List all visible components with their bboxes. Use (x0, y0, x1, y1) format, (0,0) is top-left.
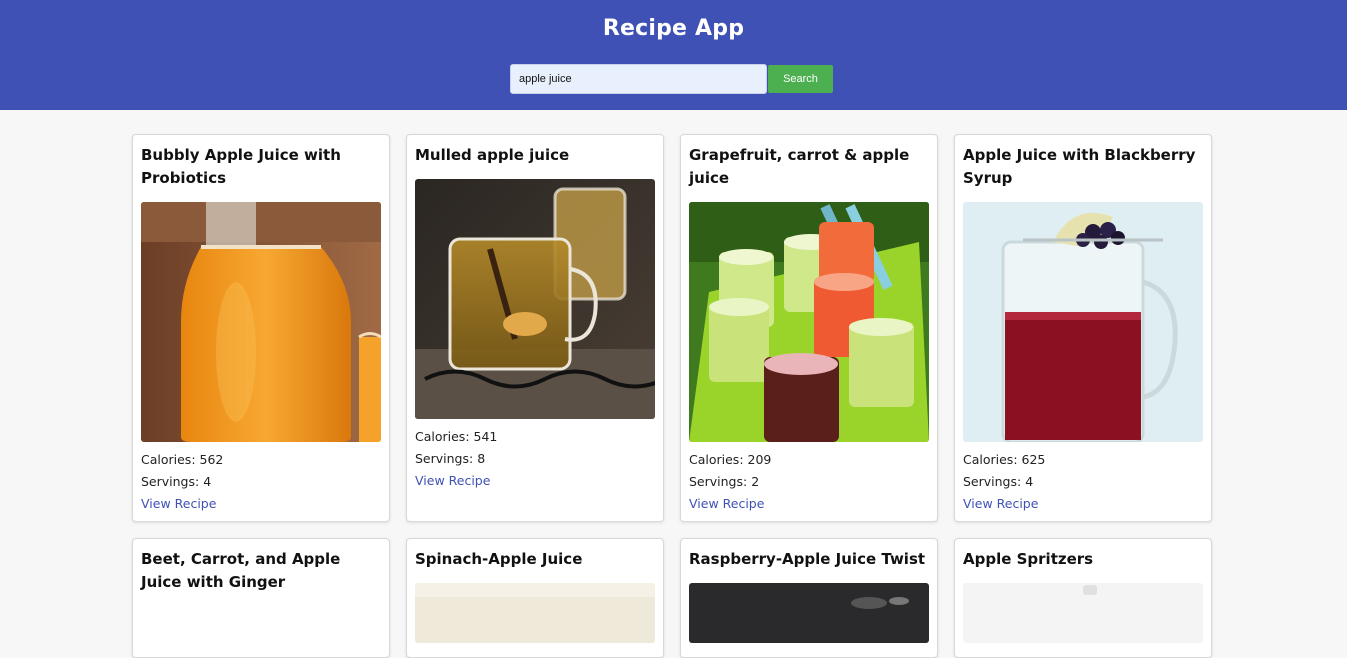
recipe-title: Beet, Carrot, and Apple Juice with Ginge… (141, 550, 341, 591)
view-recipe-link[interactable]: View Recipe (689, 493, 764, 515)
recipe-title: Mulled apple juice (415, 146, 570, 164)
recipe-title: Spinach-Apple Juice (415, 550, 583, 568)
recipe-image (689, 583, 929, 643)
recipe-title: Grapefruit, carrot & apple juice (689, 146, 910, 187)
view-recipe-link[interactable]: View Recipe (963, 493, 1038, 515)
recipe-calories: Calories: 209 (689, 452, 772, 467)
app-header: Recipe App Search (0, 0, 1347, 110)
recipe-image (689, 202, 929, 442)
app-title: Recipe App (602, 16, 745, 41)
recipe-image (415, 583, 655, 643)
recipe-title: Bubbly Apple Juice with Probiotics (141, 146, 341, 187)
search-button[interactable]: Search (768, 65, 833, 93)
view-recipe-link[interactable]: View Recipe (415, 470, 490, 492)
recipe-servings: Servings: 4 (963, 474, 1034, 489)
recipe-calories: Calories: 625 (963, 452, 1046, 467)
recipe-card: Apple Spritzers (954, 538, 1212, 658)
recipe-image (141, 202, 381, 442)
recipe-title: Apple Spritzers (963, 550, 1094, 568)
recipe-card: Apple Juice with Blackberry Syrup Calori… (954, 134, 1212, 522)
recipe-card: Raspberry-Apple Juice Twist (680, 538, 938, 658)
recipe-card: Mulled apple juice Calories: 541 Serving… (406, 134, 664, 522)
recipe-title: Raspberry-Apple Juice Twist (689, 550, 926, 568)
search-input[interactable] (510, 64, 767, 94)
recipe-card: Grapefruit, carrot & apple juice Calorie… (680, 134, 938, 522)
recipe-servings: Servings: 2 (689, 474, 760, 489)
recipe-card: Bubbly Apple Juice with Probiotics Calor… (132, 134, 390, 522)
recipe-card: Beet, Carrot, and Apple Juice with Ginge… (132, 538, 390, 658)
recipe-card: Spinach-Apple Juice (406, 538, 664, 658)
view-recipe-link[interactable]: View Recipe (141, 493, 216, 515)
recipe-title: Apple Juice with Blackberry Syrup (963, 146, 1196, 187)
recipe-servings: Servings: 8 (415, 451, 486, 466)
recipe-calories: Calories: 562 (141, 452, 224, 467)
recipe-image (415, 179, 655, 419)
recipe-calories: Calories: 541 (415, 429, 498, 444)
recipe-image (963, 583, 1203, 643)
recipe-servings: Servings: 4 (141, 474, 212, 489)
recipe-image (963, 202, 1203, 442)
